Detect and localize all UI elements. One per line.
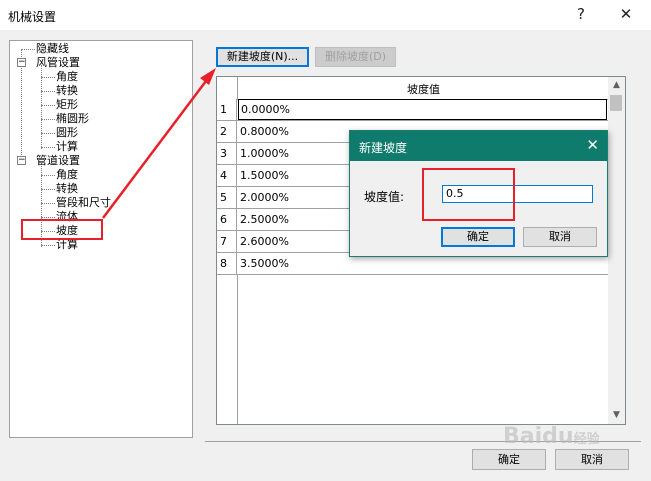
- annotation-arrow: [102, 68, 216, 219]
